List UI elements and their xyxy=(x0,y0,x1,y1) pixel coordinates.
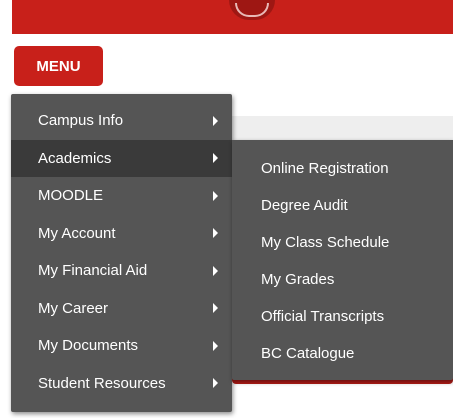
chevron-right-icon xyxy=(213,115,218,126)
submenu-item-degree-audit[interactable]: Degree Audit xyxy=(232,187,453,224)
menu-item-moodle[interactable]: MOODLE xyxy=(11,177,232,215)
chevron-right-icon xyxy=(213,378,218,389)
chevron-right-icon xyxy=(213,303,218,314)
menu-item-label: My Career xyxy=(38,299,109,317)
chevron-right-icon xyxy=(213,340,218,351)
menu-item-my-documents[interactable]: My Documents xyxy=(11,327,232,365)
submenu-item-my-class-schedule[interactable]: My Class Schedule xyxy=(232,224,453,261)
menu-item-my-account[interactable]: My Account xyxy=(11,215,232,253)
menu-item-label: MOODLE xyxy=(38,187,104,205)
menu-item-academics[interactable]: Academics xyxy=(11,139,232,177)
submenu-item-official-transcripts[interactable]: Official Transcripts xyxy=(232,298,453,335)
menu-item-my-financial-aid[interactable]: My Financial Aid xyxy=(11,252,232,290)
academics-submenu: Online Registration Degree Audit My Clas… xyxy=(232,140,453,380)
menu-item-label: Campus Info xyxy=(38,112,124,130)
menu-item-label: Academics xyxy=(38,149,112,167)
menu-item-label: Student Resources xyxy=(38,374,166,392)
chevron-right-icon xyxy=(213,265,218,276)
menu-item-student-resources[interactable]: Student Resources xyxy=(11,365,232,403)
chevron-right-icon xyxy=(213,228,218,239)
menu-item-label: My Financial Aid xyxy=(38,262,148,280)
submenu-item-bc-catalogue[interactable]: BC Catalogue xyxy=(232,335,453,372)
menu-item-my-career[interactable]: My Career xyxy=(11,290,232,328)
main-menu: Campus Info Academics MOODLE My Account … xyxy=(11,94,232,412)
submenu-item-online-registration[interactable]: Online Registration xyxy=(232,150,453,187)
submenu-item-my-grades[interactable]: My Grades xyxy=(232,261,453,298)
menu-item-label: My Account xyxy=(38,224,116,242)
background-strip xyxy=(232,116,453,140)
menu-item-campus-info[interactable]: Campus Info xyxy=(11,102,232,140)
menu-item-label: My Documents xyxy=(38,337,139,355)
chevron-right-icon xyxy=(213,190,218,201)
menu-button[interactable]: MENU xyxy=(14,46,103,86)
page: MENU Campus Info Academics MOODLE My Acc… xyxy=(0,0,453,418)
chevron-right-icon xyxy=(213,153,218,164)
